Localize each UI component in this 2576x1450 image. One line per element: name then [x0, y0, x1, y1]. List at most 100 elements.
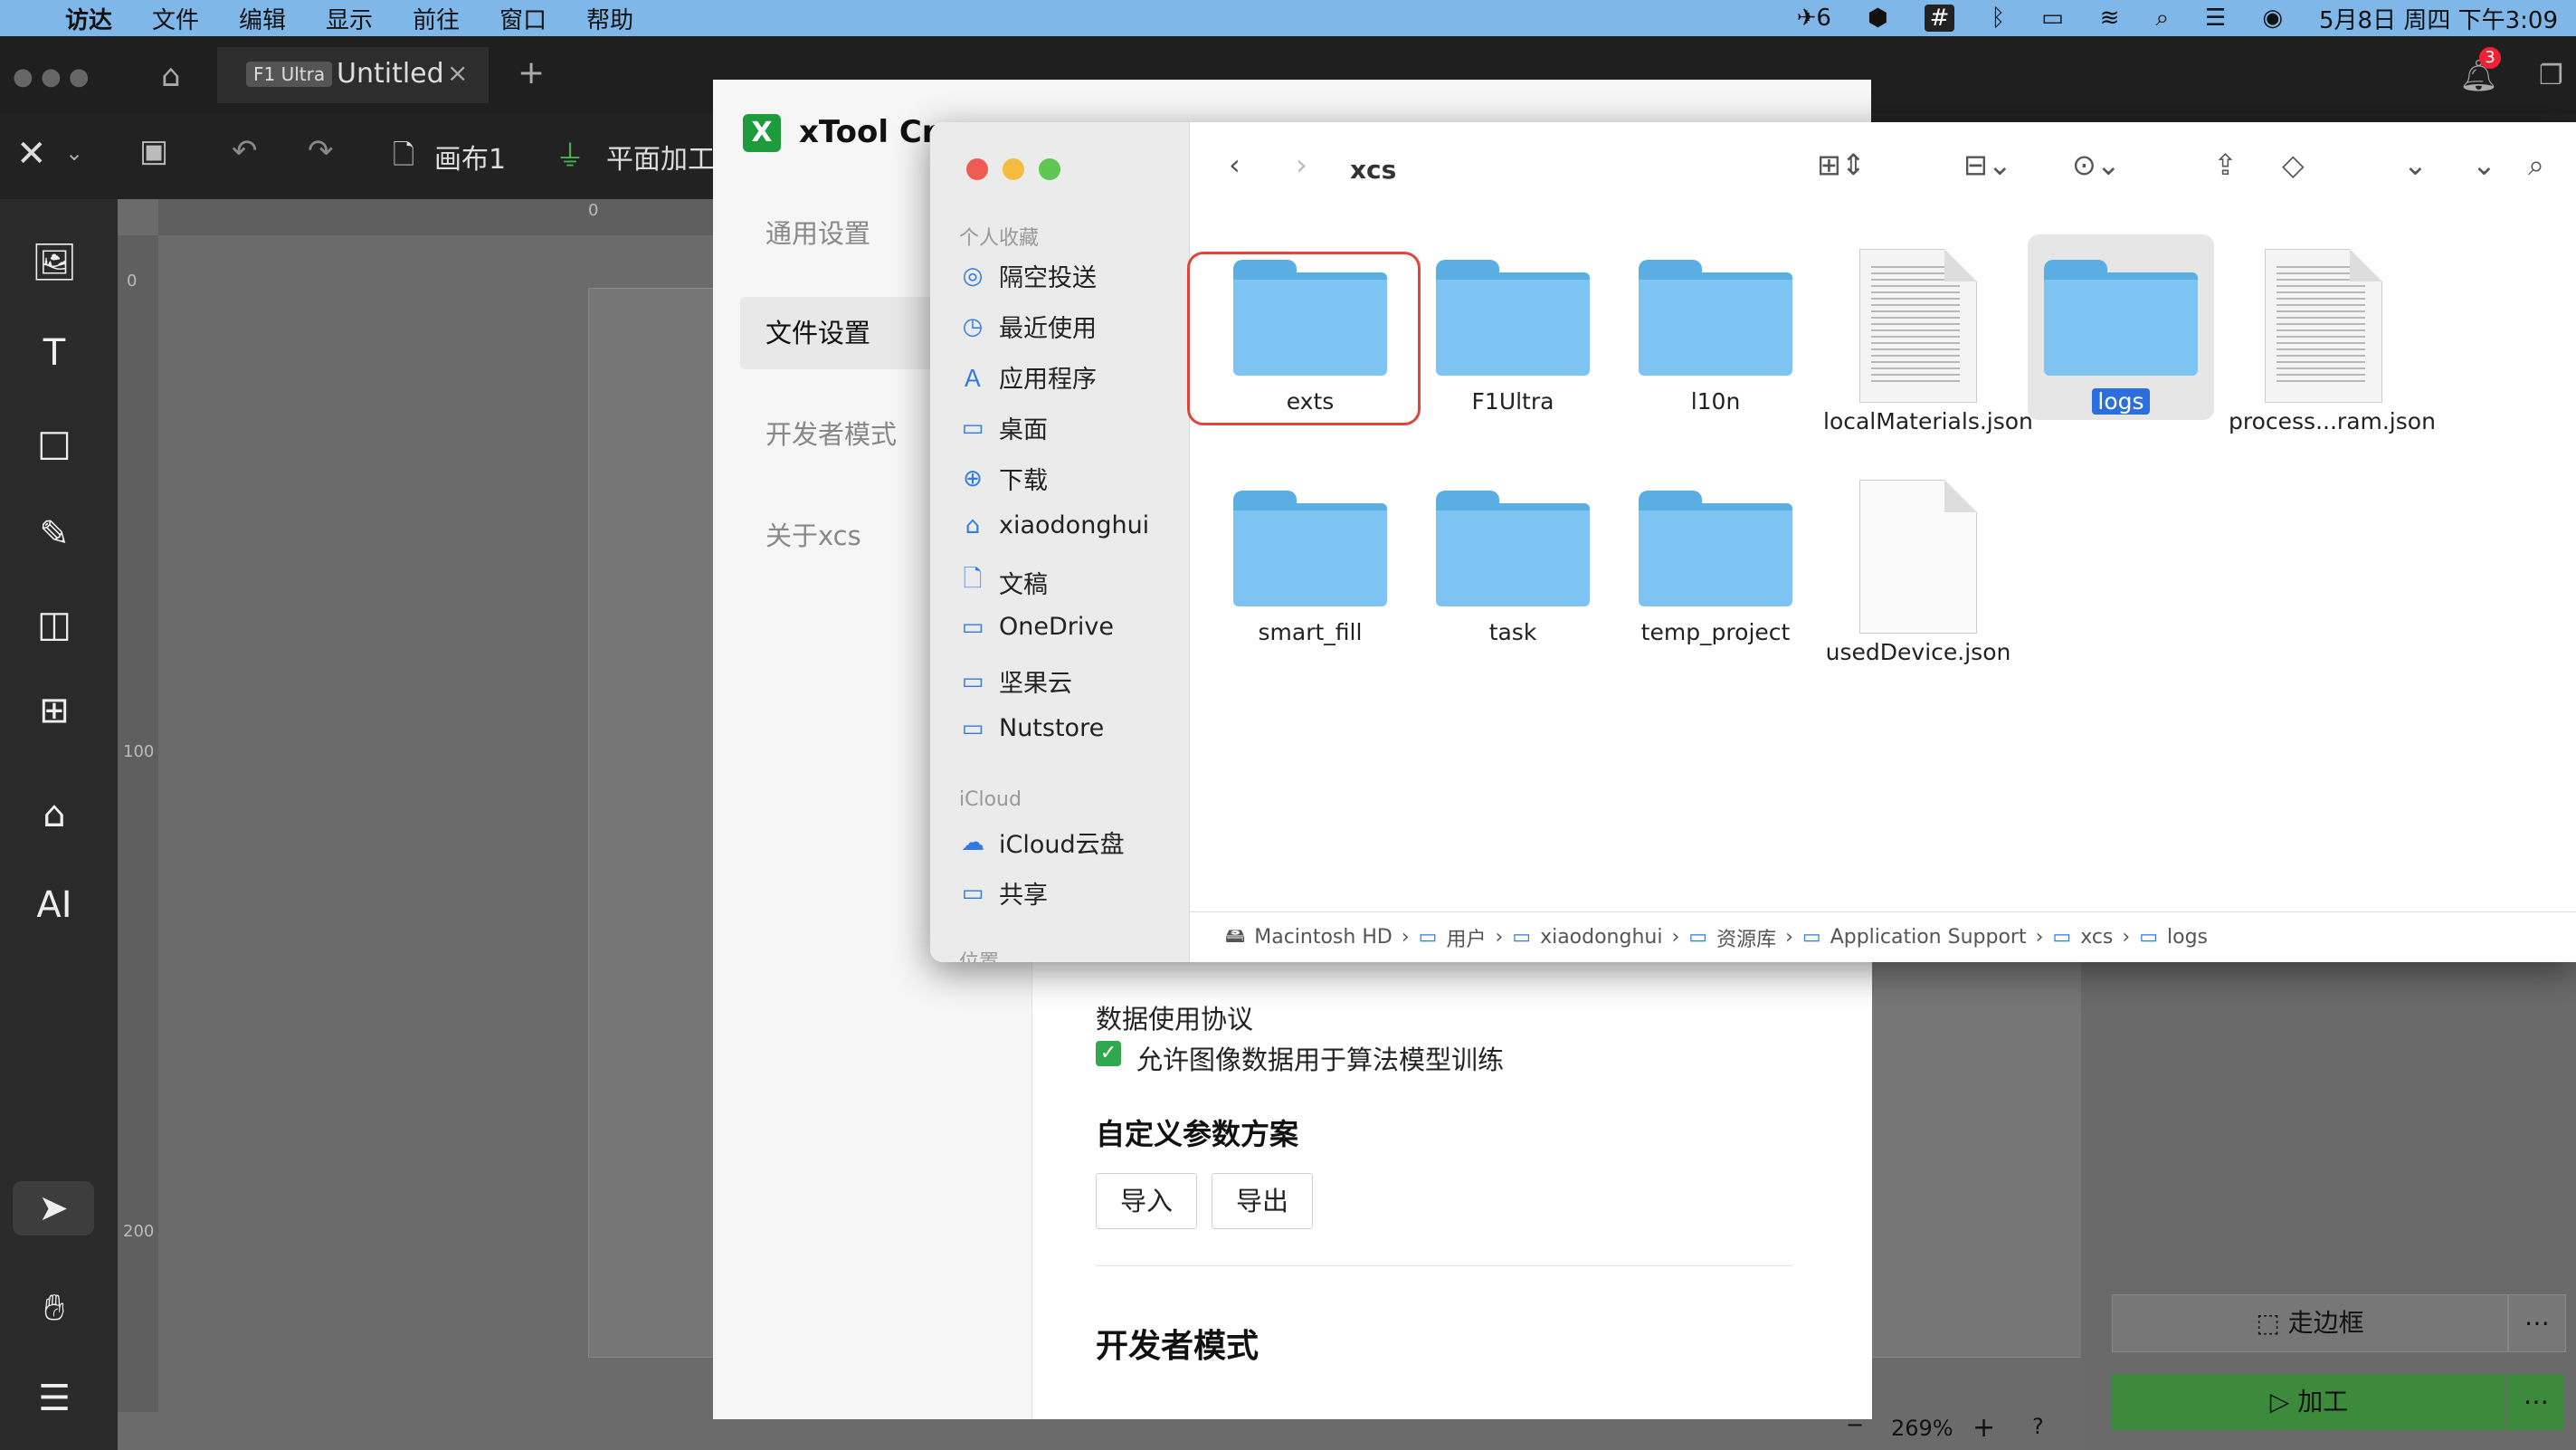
zoom-bar: − 269% + ? — [1837, 1412, 2081, 1450]
file-item-l10n[interactable]: l10n — [1621, 249, 1811, 415]
minimize-button[interactable] — [1003, 158, 1024, 180]
json-file-icon — [2265, 249, 2382, 403]
path-item[interactable]: logs — [2167, 926, 2208, 949]
ai-tool-icon[interactable]: AI — [27, 878, 81, 932]
dev-mode-heading: 开发者模式 — [1096, 1328, 1259, 1365]
close-tab-icon[interactable]: × — [447, 58, 468, 88]
file-name: l10n — [1690, 388, 1741, 415]
sidebar-item-documents[interactable]: 🗋︎ 文稿 — [959, 562, 1048, 602]
sidebar-item-airdrop[interactable]: ◎ 隔空投送 — [959, 258, 1097, 293]
siri-icon[interactable]: ◉ — [2262, 5, 2283, 32]
mode-label[interactable]: 平面加工 — [606, 137, 715, 176]
icon-view-icon[interactable]: ⊞⇕ — [1817, 148, 1866, 182]
sidebar-item-label: Nutstore — [999, 714, 1105, 742]
menu-edit[interactable]: 编辑 — [239, 2, 286, 35]
frame-button[interactable]: ⬚ 走边框 — [2112, 1294, 2508, 1352]
path-item[interactable]: 用户 — [1446, 923, 1486, 952]
tag-icon[interactable]: ◇ — [2282, 148, 2305, 182]
xtool-logo-icon[interactable]: ✕ — [16, 133, 47, 175]
sidebar-item-applications[interactable]: Ａ 应用程序 — [959, 359, 1097, 395]
undo-icon[interactable]: ↶ — [232, 133, 258, 169]
group-icon[interactable]: ⊟⌄ — [1963, 148, 2012, 182]
share-icon[interactable]: ⇪ — [2213, 148, 2238, 182]
select-tool-icon[interactable]: ➤ — [13, 1181, 94, 1235]
file-item-smart-fill[interactable]: smart_fill — [1215, 480, 1405, 645]
sidebar-item-nutstore[interactable]: ▭ Nutstore — [959, 714, 1104, 742]
menu-finder[interactable]: 访达 — [65, 2, 112, 35]
file-item-localmaterials[interactable]: localMaterials.json — [1823, 249, 2033, 434]
close-button[interactable] — [966, 158, 988, 180]
wifi-icon[interactable]: ≋ — [2100, 5, 2120, 32]
import-button[interactable]: 导入 — [1096, 1173, 1197, 1229]
path-item[interactable]: Application Support — [1830, 926, 2027, 949]
sidebar-item-label: xiaodonghui — [999, 511, 1150, 539]
sidebar-item-jianguoyun[interactable]: ▭ 坚果云 — [959, 663, 1072, 699]
input-method-icon[interactable]: # — [1924, 5, 1955, 32]
menu-view[interactable]: 显示 — [326, 2, 373, 35]
sidebar-item-home[interactable]: ⌂ xiaodonghui — [959, 511, 1149, 539]
clock[interactable]: 5月8日 周四 下午3:09 — [2319, 2, 2558, 35]
redo-icon[interactable]: ↷ — [308, 133, 334, 169]
sidebar-item-label: 隔空投送 — [999, 264, 1097, 292]
search-icon[interactable]: ⌕ — [2528, 148, 2544, 183]
sidebar-item-desktop[interactable]: ▭ 桌面 — [959, 410, 1048, 445]
menu-go[interactable]: 前往 — [413, 2, 460, 35]
folder-icon — [1639, 480, 1792, 606]
layers-icon[interactable]: ☰ — [27, 1371, 81, 1426]
path-item[interactable]: 资源库 — [1716, 923, 1776, 952]
more-actions-icon[interactable]: ⊙⌄ — [2072, 148, 2121, 182]
chevron-down-icon[interactable]: ⌄ — [2403, 148, 2428, 182]
add-tab-icon[interactable]: + — [518, 54, 545, 91]
save-icon[interactable]: ▣ — [139, 133, 168, 169]
zoom-in-icon[interactable]: + — [1972, 1412, 1995, 1444]
status-app-icon[interactable]: ✈6 — [1797, 5, 1831, 32]
pen-tool-icon[interactable]: ✎ — [27, 507, 81, 561]
export-button[interactable]: 导出 — [1212, 1173, 1313, 1229]
components-icon[interactable]: ⊞ — [27, 683, 81, 738]
forward-icon[interactable]: › — [1296, 148, 1307, 182]
menu-file[interactable]: 文件 — [152, 2, 199, 35]
text-tool-icon[interactable]: T — [27, 326, 81, 380]
sidebar-item-icloud-drive[interactable]: ☁ iCloud云盘 — [959, 825, 1125, 860]
materials-icon[interactable]: ⌂ — [27, 787, 81, 842]
back-icon[interactable]: ‹ — [1229, 148, 1240, 182]
add-image-icon[interactable]: 🖼︎ — [27, 235, 81, 290]
menu-help[interactable]: 帮助 — [586, 2, 633, 35]
search-icon[interactable]: ⌕ — [2155, 5, 2169, 33]
file-item-task[interactable]: task — [1418, 480, 1608, 645]
file-item-useddevice[interactable]: usedDevice.json — [1823, 480, 2013, 665]
path-item[interactable]: Macintosh HD — [1254, 926, 1393, 949]
process-more-icon[interactable]: ⋯ — [2508, 1374, 2564, 1430]
windows-icon[interactable]: ❐ — [2539, 60, 2563, 91]
path-item[interactable]: xiaodonghui — [1540, 926, 1662, 949]
sidebar-item-shared[interactable]: ▭ 共享 — [959, 875, 1048, 911]
hand-tool-icon[interactable]: ✋︎ — [27, 1281, 81, 1335]
path-item[interactable]: xcs — [2080, 926, 2113, 949]
control-center-icon[interactable]: ☰ — [2205, 5, 2226, 32]
file-item-f1ultra[interactable]: F1Ultra — [1418, 249, 1608, 415]
sidebar-item-downloads[interactable]: ⊕ 下载 — [959, 461, 1048, 496]
zoom-level[interactable]: 269% — [1891, 1416, 1953, 1441]
sidebar-item-onedrive[interactable]: ▭ OneDrive — [959, 613, 1114, 641]
chevron-down-icon[interactable]: ⌄ — [2472, 148, 2496, 182]
window-controls[interactable]: ● ● ● — [13, 63, 90, 91]
data-policy-checkbox[interactable]: ✓ — [1096, 1041, 1121, 1066]
file-item-temp-project[interactable]: temp_project — [1621, 480, 1811, 645]
sidebar-item-recents[interactable]: ◷ 最近使用 — [959, 309, 1097, 344]
file-item-logs[interactable]: logs — [2026, 249, 2216, 415]
process-button[interactable]: ▷ 加工 — [2112, 1374, 2506, 1430]
file-name: process...ram.json — [2229, 408, 2436, 434]
shapes-tool-icon[interactable]: ◫ — [27, 597, 81, 652]
shield-icon[interactable]: ⬢ — [1868, 5, 1888, 32]
file-item-process-json[interactable]: process...ram.json — [2229, 249, 2436, 434]
bluetooth-icon[interactable]: ᛒ — [1991, 5, 2005, 32]
battery-icon[interactable]: ▭ — [2041, 5, 2064, 32]
chevron-down-icon[interactable]: ⌄ — [65, 140, 83, 166]
help-icon[interactable]: ? — [2032, 1414, 2044, 1439]
canvas-name[interactable]: 画布1 — [434, 137, 506, 176]
zoom-button[interactable] — [1039, 158, 1060, 180]
frame-more-icon[interactable]: ⋯ — [2508, 1294, 2566, 1352]
home-icon[interactable]: ⌂ — [161, 58, 181, 94]
rectangle-tool-icon[interactable]: □ — [27, 416, 81, 471]
menu-window[interactable]: 窗口 — [499, 2, 547, 35]
